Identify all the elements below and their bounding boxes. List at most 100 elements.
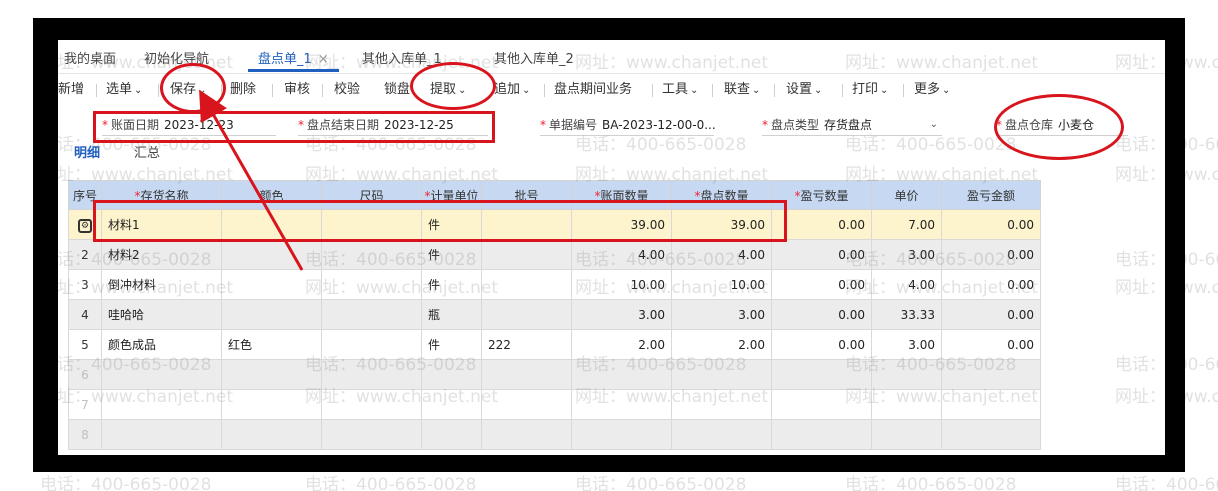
- cell-diff-amt[interactable]: [941, 359, 1041, 390]
- col-header-price[interactable]: 单价: [871, 180, 942, 210]
- cell-color[interactable]: [221, 389, 322, 420]
- cell-count-qty[interactable]: [671, 419, 772, 450]
- cell-size[interactable]: [321, 329, 422, 360]
- tools-button[interactable]: 工具 ⌄: [662, 78, 698, 102]
- cell-count-qty[interactable]: [671, 389, 772, 420]
- cell-name[interactable]: [101, 419, 222, 450]
- cell-name[interactable]: 哇哈哈: [101, 299, 222, 330]
- cell-size[interactable]: [321, 299, 422, 330]
- cell-unit[interactable]: 件: [421, 269, 482, 300]
- tab-detail[interactable]: 明细: [74, 144, 100, 164]
- cell-diff-amt[interactable]: 0.00: [941, 299, 1041, 330]
- cell-book-qty[interactable]: [571, 389, 672, 420]
- cell-batch[interactable]: [481, 299, 572, 330]
- settings-button[interactable]: 设置 ⌄: [786, 78, 822, 102]
- cell-price[interactable]: 7.00: [871, 209, 942, 240]
- cell-diff-amt[interactable]: 0.00: [941, 239, 1041, 270]
- cell-color[interactable]: [221, 239, 322, 270]
- cell-unit[interactable]: 件: [421, 239, 482, 270]
- cell-unit[interactable]: 瓶: [421, 299, 482, 330]
- cell-diff-amt[interactable]: 0.00: [941, 269, 1041, 300]
- cell-price[interactable]: [871, 389, 942, 420]
- cell-batch[interactable]: [481, 419, 572, 450]
- tab-other-inbound-2[interactable]: 其他入库单_2: [494, 50, 574, 72]
- gear-icon[interactable]: ⚙: [78, 218, 92, 233]
- cell-price[interactable]: 4.00: [871, 269, 942, 300]
- cell-unit[interactable]: [421, 419, 482, 450]
- cell-name[interactable]: [101, 359, 222, 390]
- table-row[interactable]: 5 颜色成品 红色 件 222 2.00 2.00 0.00 3.00 0.00: [68, 329, 1041, 360]
- cell-book-qty[interactable]: 2.00: [571, 329, 672, 360]
- cell-color[interactable]: 红色: [221, 329, 322, 360]
- cell-size[interactable]: [321, 239, 422, 270]
- cell-count-qty[interactable]: 10.00: [671, 269, 772, 300]
- cell-name[interactable]: 材料2: [101, 239, 222, 270]
- tab-summary[interactable]: 汇总: [134, 144, 160, 164]
- cell-diff-amt[interactable]: [941, 419, 1041, 450]
- cell-color[interactable]: [221, 419, 322, 450]
- cell-batch[interactable]: [481, 389, 572, 420]
- cell-price[interactable]: 3.00: [871, 329, 942, 360]
- cell-book-qty[interactable]: 10.00: [571, 269, 672, 300]
- append-button[interactable]: 追加 ⌄: [494, 78, 530, 102]
- cell-book-qty[interactable]: [571, 359, 672, 390]
- period-business-button[interactable]: 盘点期间业务: [554, 78, 632, 102]
- cell-diff-qty[interactable]: 0.00: [771, 269, 872, 300]
- cell-idx[interactable]: 2: [68, 239, 102, 270]
- lock-button[interactable]: 锁盘: [384, 78, 410, 102]
- count-type-select[interactable]: * 盘点类型 存货盘点 ⌄: [762, 114, 942, 136]
- cell-color[interactable]: [221, 359, 322, 390]
- cell-diff-qty[interactable]: 0.00: [771, 239, 872, 270]
- table-row[interactable]: 3 倒冲材料 件 10.00 10.00 0.00 4.00 0.00: [68, 269, 1041, 300]
- cell-idx[interactable]: 3: [68, 269, 102, 300]
- more-button[interactable]: 更多 ⌄: [914, 78, 950, 102]
- linked-query-button[interactable]: 联查 ⌄: [724, 78, 760, 102]
- new-button[interactable]: 新增: [58, 78, 84, 102]
- table-row[interactable]: 6: [68, 359, 1041, 390]
- cell-name[interactable]: 倒冲材料: [101, 269, 222, 300]
- cell-idx[interactable]: 4: [68, 299, 102, 330]
- cell-count-qty[interactable]: [671, 359, 772, 390]
- col-header-diff-amt[interactable]: 盈亏金额: [941, 180, 1041, 210]
- cell-unit[interactable]: [421, 359, 482, 390]
- cell-count-qty[interactable]: 2.00: [671, 329, 772, 360]
- cell-size[interactable]: [321, 389, 422, 420]
- cell-diff-qty[interactable]: [771, 389, 872, 420]
- chevron-down-icon[interactable]: ⌄: [930, 114, 938, 136]
- cell-price[interactable]: 3.00: [871, 239, 942, 270]
- tab-my-desktop[interactable]: 我的桌面: [64, 50, 116, 72]
- close-icon[interactable]: ×: [318, 52, 329, 67]
- cell-size[interactable]: [321, 359, 422, 390]
- cell-idx[interactable]: 6: [68, 359, 102, 390]
- audit-button[interactable]: 审核: [284, 78, 310, 102]
- cell-size[interactable]: [321, 419, 422, 450]
- cell-diff-amt[interactable]: [941, 389, 1041, 420]
- cell-batch[interactable]: 222: [481, 329, 572, 360]
- cell-batch[interactable]: [481, 239, 572, 270]
- cell-diff-qty[interactable]: 0.00: [771, 299, 872, 330]
- cell-diff-qty[interactable]: [771, 359, 872, 390]
- verify-button[interactable]: 校验: [334, 78, 360, 102]
- table-row[interactable]: 7: [68, 389, 1041, 420]
- cell-name[interactable]: 颜色成品: [101, 329, 222, 360]
- table-row[interactable]: 2 材料2 件 4.00 4.00 0.00 3.00 0.00: [68, 239, 1041, 270]
- cell-diff-qty[interactable]: 0.00: [771, 329, 872, 360]
- cell-batch[interactable]: [481, 269, 572, 300]
- cell-diff-amt[interactable]: 0.00: [941, 209, 1041, 240]
- cell-diff-qty[interactable]: [771, 419, 872, 450]
- cell-batch[interactable]: [481, 359, 572, 390]
- cell-count-qty[interactable]: 3.00: [671, 299, 772, 330]
- cell-size[interactable]: [321, 269, 422, 300]
- tab-count-sheet[interactable]: 盘点单_1 ×: [248, 50, 339, 72]
- cell-book-qty[interactable]: 4.00: [571, 239, 672, 270]
- cell-price[interactable]: 33.33: [871, 299, 942, 330]
- print-button[interactable]: 打印 ⌄: [852, 78, 888, 102]
- cell-color[interactable]: [221, 269, 322, 300]
- cell-book-qty[interactable]: [571, 419, 672, 450]
- cell-color[interactable]: [221, 299, 322, 330]
- delete-button[interactable]: 删除: [230, 78, 256, 102]
- cell-book-qty[interactable]: 3.00: [571, 299, 672, 330]
- cell-diff-amt[interactable]: 0.00: [941, 329, 1041, 360]
- cell-price[interactable]: [871, 359, 942, 390]
- cell-idx[interactable]: 5: [68, 329, 102, 360]
